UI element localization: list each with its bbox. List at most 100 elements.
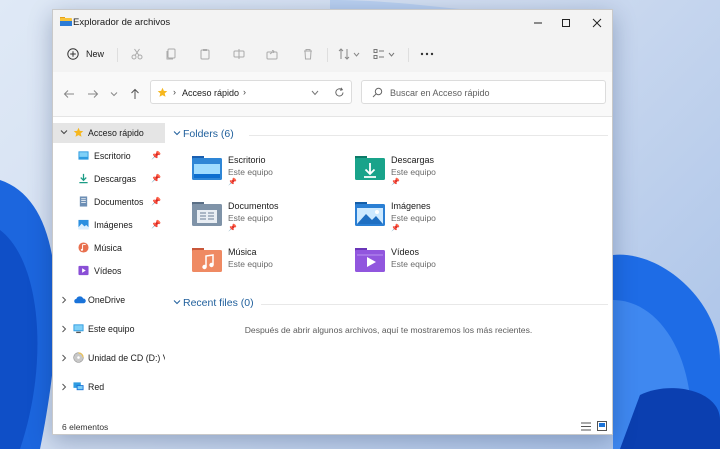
view-list-icon: [373, 49, 384, 59]
sidebar-item-label: Escritorio: [94, 151, 131, 161]
copy-icon: [166, 48, 176, 60]
folder-tile-videos[interactable]: Vídeos Este equipo: [355, 246, 515, 286]
plus-circle-icon: [67, 48, 79, 60]
folder-location: Este equipo: [391, 167, 436, 177]
sort-icon: [338, 48, 350, 60]
pin-icon: 📌: [228, 225, 237, 232]
navigation-pane: Acceso rápido Escritorio 📌 Descargas 📌 D…: [53, 117, 170, 416]
search-placeholder: Buscar en Acceso rápido: [390, 88, 490, 98]
sidebar-item-label: Acceso rápido: [88, 128, 144, 138]
sidebar-item-videos[interactable]: Vídeos: [53, 261, 165, 281]
sidebar-item-este-equipo[interactable]: Este equipo: [53, 319, 165, 339]
sidebar-item-label: Red: [88, 382, 105, 392]
chevron-right-icon[interactable]: [61, 296, 67, 304]
paste-button[interactable]: [199, 36, 211, 72]
address-bar[interactable]: › Acceso rápido ›: [150, 80, 352, 104]
arrow-right-icon: [88, 90, 99, 98]
chevron-right-icon[interactable]: [61, 354, 67, 362]
star-icon: [157, 87, 168, 97]
more-options-button[interactable]: [420, 36, 434, 72]
toolbar-divider: [408, 48, 409, 62]
sort-button[interactable]: [338, 36, 360, 72]
breadcrumb-current[interactable]: Acceso rápido: [182, 88, 239, 98]
view-button[interactable]: [373, 36, 395, 72]
documents-icon: [79, 196, 88, 207]
recent-locations-button[interactable]: [104, 85, 124, 103]
recent-files-heading: Recent files (0): [183, 297, 254, 309]
breadcrumb-separator[interactable]: ›: [243, 87, 246, 97]
cloud-icon: [74, 296, 86, 304]
new-button[interactable]: New: [67, 36, 104, 72]
chevron-down-icon[interactable]: [60, 129, 68, 136]
sidebar-item-label: Unidad de CD (D:) Vi: [88, 353, 171, 363]
share-button[interactable]: [266, 36, 278, 72]
folder-location: Este equipo: [228, 259, 273, 269]
pin-icon: 📌: [228, 179, 237, 186]
maximize-button[interactable]: [551, 10, 581, 36]
chevron-right-icon[interactable]: [61, 325, 67, 333]
sidebar-item-cd-drive[interactable]: Unidad de CD (D:) Vi: [53, 348, 170, 368]
chevron-down-icon: [110, 92, 118, 97]
pin-icon: 📌: [391, 225, 400, 232]
command-bar: New: [53, 36, 612, 72]
close-icon: [592, 18, 602, 28]
download-icon: [79, 173, 88, 184]
sidebar-item-musica[interactable]: Música: [53, 238, 165, 258]
star-icon: [73, 127, 84, 137]
paste-icon: [200, 49, 210, 60]
music-icon: [78, 242, 89, 253]
close-button[interactable]: [582, 10, 612, 36]
refresh-icon[interactable]: [334, 87, 345, 98]
folder-tile-imagenes[interactable]: Imágenes Este equipo 📌: [355, 200, 515, 240]
folder-name: Vídeos: [391, 247, 420, 257]
section-divider: [249, 135, 608, 136]
arrow-up-icon: [131, 88, 139, 99]
sidebar-item-descargas[interactable]: Descargas 📌: [53, 169, 165, 189]
search-box[interactable]: Buscar en Acceso rápido: [361, 80, 606, 104]
chevron-right-icon[interactable]: [61, 383, 67, 391]
item-count: 6 elementos: [62, 422, 109, 432]
network-icon: [73, 382, 84, 391]
cut-button[interactable]: [131, 36, 143, 72]
details-view-icon[interactable]: [581, 422, 591, 431]
folder-tile-documentos[interactable]: Documentos Este equipo 📌: [192, 200, 352, 240]
chevron-down-icon: [353, 52, 360, 57]
sidebar-item-label: Documentos: [94, 197, 144, 207]
sidebar-item-acceso-rapido[interactable]: Acceso rápido: [53, 123, 165, 143]
rename-button[interactable]: [233, 36, 245, 72]
folder-tile-descargas[interactable]: Descargas Este equipo 📌: [355, 154, 515, 194]
up-button[interactable]: [125, 85, 145, 103]
sidebar-item-red[interactable]: Red: [53, 377, 165, 397]
content-pane: Folders (6) Escritorio Este equipo 📌 Des…: [165, 117, 612, 416]
tiles-view-icon[interactable]: [597, 421, 607, 431]
file-explorer-window: Explorador de archivos New › Acceso rápi…: [52, 9, 613, 435]
chevron-down-icon[interactable]: [173, 299, 181, 306]
downloads-folder-icon: [355, 156, 385, 180]
delete-button[interactable]: [302, 36, 314, 72]
desktop-icon: [78, 151, 89, 160]
sidebar-item-onedrive[interactable]: OneDrive: [53, 290, 165, 310]
new-button-label: New: [86, 49, 105, 59]
folder-tile-musica[interactable]: Música Este equipo: [192, 246, 352, 286]
copy-button[interactable]: [165, 36, 177, 72]
back-button[interactable]: [59, 85, 79, 103]
folder-tile-escritorio[interactable]: Escritorio Este equipo 📌: [192, 154, 352, 194]
title-bar: Explorador de archivos: [53, 10, 612, 36]
folder-name: Escritorio: [228, 155, 266, 165]
folder-location: Este equipo: [228, 167, 273, 177]
music-folder-icon: [192, 248, 222, 272]
folder-location: Este equipo: [391, 213, 436, 223]
chevron-down-icon[interactable]: [173, 130, 181, 137]
sidebar-item-documentos[interactable]: Documentos 📌: [53, 192, 165, 212]
navigation-bar: › Acceso rápido › Buscar en Acceso rápid…: [53, 72, 612, 117]
desktop-folder-icon: [192, 156, 222, 180]
pin-icon: 📌: [151, 197, 161, 206]
minimize-button[interactable]: [523, 10, 553, 36]
folder-location: Este equipo: [391, 259, 436, 269]
forward-button[interactable]: [83, 85, 103, 103]
sidebar-item-escritorio[interactable]: Escritorio 📌: [53, 146, 165, 166]
folder-name: Descargas: [391, 155, 435, 165]
sidebar-item-label: Vídeos: [94, 266, 122, 276]
chevron-down-icon[interactable]: [311, 90, 319, 96]
sidebar-item-imagenes[interactable]: Imágenes 📌: [53, 215, 165, 235]
